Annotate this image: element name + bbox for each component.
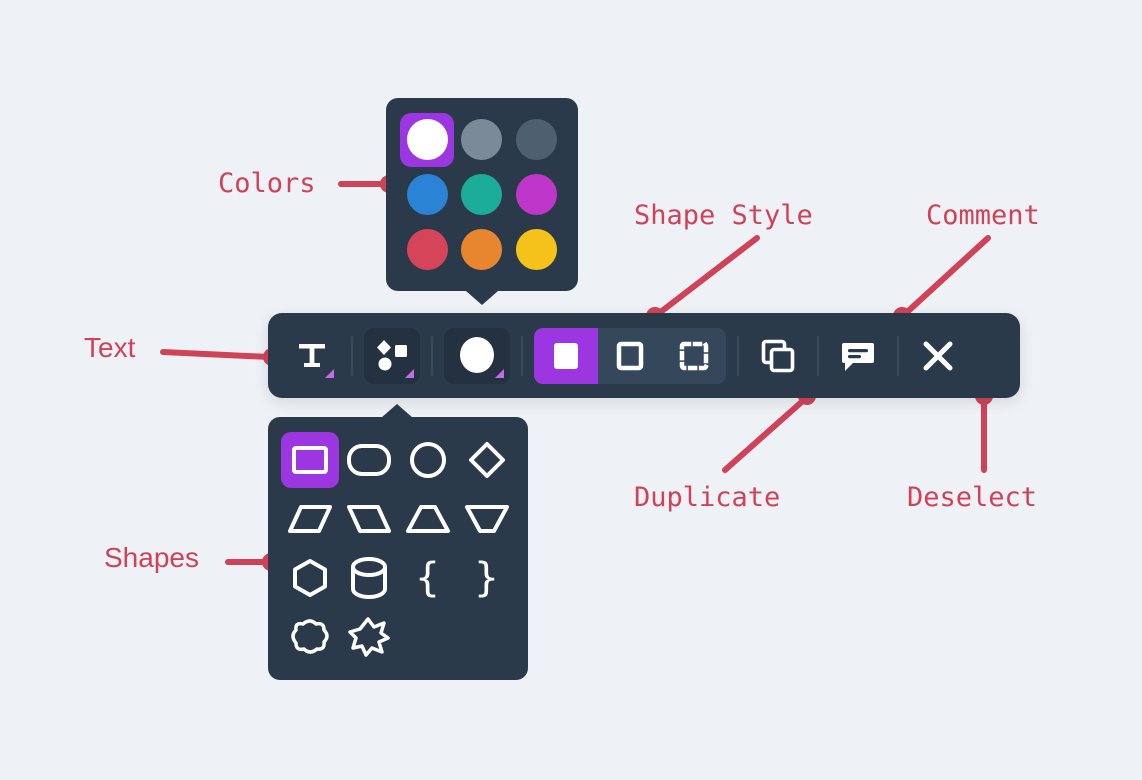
outline-square-icon — [616, 341, 644, 370]
annotation-label-colors: Colors — [218, 168, 316, 199]
toolbar-divider — [897, 335, 899, 376]
annotation-label-shapes: Shapes — [104, 542, 199, 573]
shape-option-cloud[interactable] — [281, 609, 339, 665]
annotation-label-duplicate: Duplicate — [634, 482, 781, 513]
shape-option-rectangle[interactable] — [280, 432, 339, 489]
color-swatch-blue[interactable] — [400, 168, 454, 222]
shape-option-parallelogram-right[interactable] — [281, 491, 339, 547]
filled-square-icon — [554, 342, 578, 369]
shape-option-star-burst[interactable] — [340, 609, 398, 665]
toolbar-divider — [431, 335, 433, 376]
color-swatch-white[interactable] — [400, 112, 455, 167]
style-outline-button[interactable] — [598, 328, 662, 384]
shape-option-cylinder[interactable] — [340, 550, 398, 606]
shape-option-brace-right[interactable]: } — [458, 550, 516, 606]
shape-toolbar[interactable] — [268, 313, 1020, 398]
shape-option-diamond[interactable] — [458, 432, 516, 488]
comment-icon — [842, 342, 874, 371]
style-filled-button[interactable] — [534, 327, 598, 384]
toolbar-divider — [817, 335, 819, 376]
annotation-label-comment: Comment — [926, 200, 1040, 231]
text-tool-button[interactable] — [284, 328, 340, 384]
color-circle-icon — [460, 336, 494, 373]
text-icon — [299, 343, 325, 367]
toolbar-divider — [351, 335, 353, 376]
color-swatch-orange[interactable] — [455, 223, 509, 277]
shape-option-parallelogram-left[interactable] — [340, 491, 398, 547]
brace-left-glyph: { — [414, 554, 441, 601]
color-swatch-yellow[interactable] — [510, 223, 564, 277]
colors-popup[interactable] — [386, 98, 578, 291]
shape-option-brace-left[interactable]: { — [399, 550, 457, 606]
color-swatch-red[interactable] — [400, 223, 454, 277]
color-swatch-teal[interactable] — [455, 168, 509, 222]
dashed-square-icon — [679, 341, 709, 370]
toolbar-divider — [521, 335, 523, 376]
color-swatch-gray[interactable] — [455, 113, 509, 167]
shape-option-trapezoid-up[interactable] — [399, 491, 457, 547]
canvas: Colors Shape Style Comment Text Duplicat… — [0, 0, 1142, 780]
comment-button[interactable] — [830, 328, 886, 384]
close-icon — [923, 341, 953, 370]
colors-popup-tail — [466, 291, 498, 305]
brace-right-glyph: } — [473, 554, 500, 601]
shapes-popup[interactable]: { } — [268, 417, 528, 680]
chevron-dropdown-icon — [405, 368, 414, 378]
shape-option-trapezoid-down[interactable] — [458, 491, 516, 547]
duplicate-button[interactable] — [750, 328, 806, 384]
shape-option-ellipse[interactable] — [399, 432, 457, 488]
shapes-popup-tail — [381, 404, 413, 418]
deselect-button[interactable] — [910, 328, 966, 384]
color-picker-button[interactable] — [444, 327, 510, 384]
shape-option-hexagon[interactable] — [281, 550, 339, 606]
chevron-dropdown-icon — [495, 368, 504, 378]
shape-style-group[interactable] — [534, 327, 726, 384]
duplicate-icon — [761, 339, 795, 372]
color-swatch-dark-gray[interactable] — [510, 113, 564, 167]
annotation-label-shape-style: Shape Style — [634, 200, 813, 231]
color-swatch-magenta[interactable] — [510, 168, 564, 222]
annotation-label-text: Text — [84, 332, 136, 363]
shape-option-rounded-rectangle[interactable] — [340, 432, 398, 488]
shape-picker-button[interactable] — [364, 327, 420, 384]
style-dashed-button[interactable] — [662, 328, 726, 384]
toolbar-divider — [737, 335, 739, 376]
annotation-label-deselect: Deselect — [907, 482, 1038, 513]
chevron-dropdown-icon — [325, 368, 334, 378]
